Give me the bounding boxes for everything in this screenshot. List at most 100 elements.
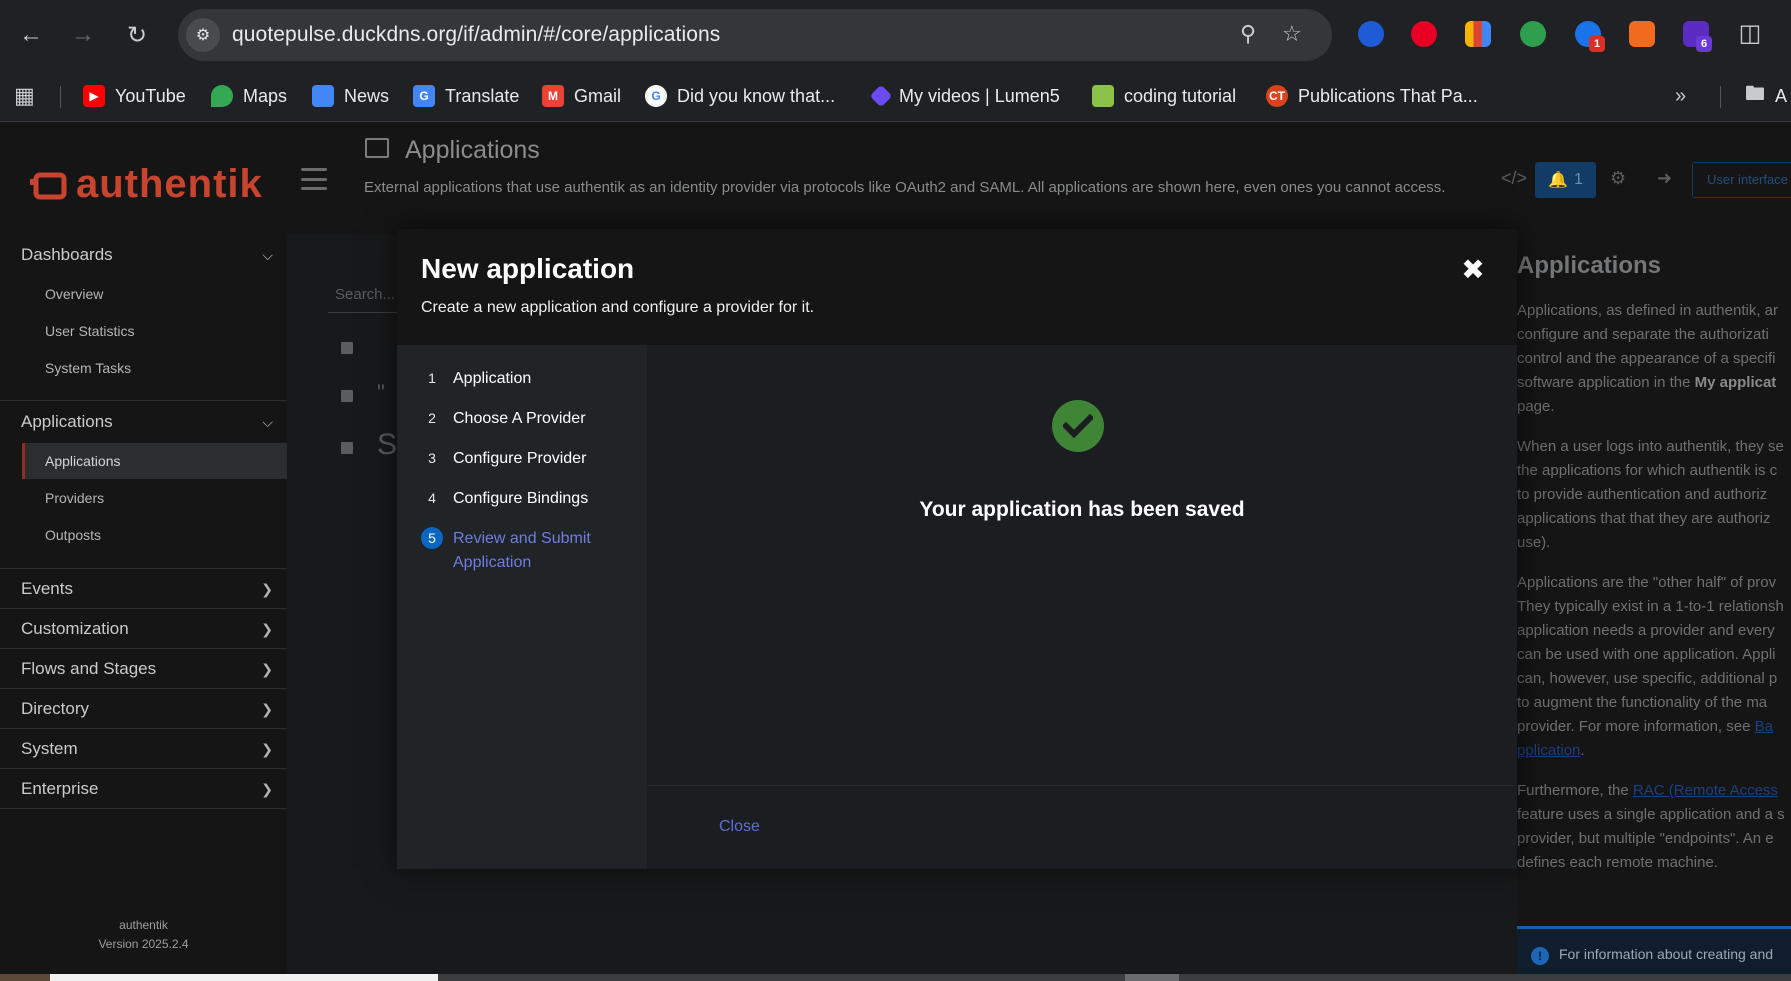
taskbar-item[interactable]	[50, 974, 438, 981]
bookmark-lumen5[interactable]: My videos | Lumen5	[869, 81, 1060, 111]
help-text: provider. For more information, see Ba	[1517, 718, 1773, 735]
nav-section-dashboards[interactable]: Dashboards ⌵	[0, 235, 287, 275]
help-text: page.	[1517, 398, 1555, 415]
wizard-step-choose-provider[interactable]: 2 Choose A Provider	[421, 407, 585, 431]
close-icon[interactable]: ✖	[1457, 253, 1489, 285]
info-alert-text: For information about creating and	[1559, 946, 1774, 962]
user-interface-button[interactable]: User interface	[1692, 162, 1791, 198]
extension-badge: 6	[1696, 36, 1712, 52]
footer-version: Version 2025.2.4	[98, 937, 189, 951]
forward-icon[interactable]: →	[66, 18, 100, 52]
bookmark-translate[interactable]: G Translate	[413, 81, 519, 111]
search-input[interactable]: Search...	[335, 286, 395, 303]
more-bookmarks-icon[interactable]: »	[1675, 81, 1686, 111]
publications-icon: CT	[1266, 85, 1288, 107]
wizard-step-application[interactable]: 1 Application	[421, 367, 531, 391]
bookmark-youtube[interactable]: ▶ YouTube	[83, 81, 186, 111]
bell-icon: 🔔	[1548, 172, 1568, 189]
sidebar-item-system[interactable]: System ❯	[0, 729, 287, 769]
wizard-step-configure-bindings[interactable]: 4 Configure Bindings	[421, 487, 588, 511]
rac-docs-link[interactable]: RAC (Remote Access	[1633, 782, 1778, 799]
wizard-steps: 1 Application 2 Choose A Provider 3 Configu…	[397, 345, 647, 869]
bookmarks-divider	[60, 86, 61, 108]
sidebar-item-system-tasks[interactable]: System Tasks	[22, 350, 287, 386]
sidebar-item-user-statistics[interactable]: User Statistics	[22, 313, 287, 349]
row-checkbox[interactable]	[341, 390, 353, 402]
row-checkbox[interactable]	[341, 442, 353, 454]
help-text: the applications for which authentik is …	[1517, 462, 1778, 479]
bookmarks-divider	[1720, 86, 1721, 108]
sidebar-item-outposts[interactable]: Outposts	[22, 517, 287, 553]
page-description: External applications that use authentik…	[364, 179, 1446, 196]
chevron-right-icon: ❯	[261, 780, 273, 797]
google-icon: G	[645, 85, 667, 107]
bookmark-did-you-know[interactable]: G Did you know that...	[645, 81, 835, 111]
help-text: Furthermore, the RAC (Remote Access	[1517, 782, 1778, 799]
sidebar-item-customization[interactable]: Customization ❯	[0, 609, 287, 649]
help-text: use).	[1517, 534, 1551, 551]
help-text: configure and separate the authorizati	[1517, 326, 1769, 343]
extension-puzzle-orange-icon[interactable]	[1629, 21, 1655, 47]
pinterest-extension-icon[interactable]	[1411, 21, 1437, 47]
reload-icon[interactable]: ↻	[120, 18, 154, 52]
back-icon[interactable]: ←	[14, 18, 48, 52]
row-checkbox[interactable]	[341, 342, 353, 354]
help-title: Applications	[1517, 252, 1662, 279]
close-button[interactable]: Close	[719, 818, 760, 836]
api-browser-icon[interactable]: </>	[1501, 168, 1527, 189]
lumen5-icon	[869, 84, 893, 108]
sidebar-item-directory[interactable]: Directory ❯	[0, 689, 287, 729]
taskbar	[0, 974, 1791, 981]
color-extension-icon[interactable]	[1465, 21, 1491, 47]
chevron-right-icon: ❯	[261, 660, 273, 677]
chevron-down-icon: ⌵	[262, 246, 273, 263]
browser-toolbar: ← → ↻ ⚙ quotepulse.duckdns.org/if/admin/…	[0, 0, 1791, 70]
notifications-button[interactable]: 🔔 1	[1535, 162, 1596, 198]
sidebar-item-enterprise[interactable]: Enterprise ❯	[0, 769, 287, 809]
help-text: Applications are the "other half" of pro…	[1517, 574, 1777, 591]
wizard-step-configure-provider[interactable]: 3 Configure Provider	[421, 447, 586, 471]
url-text[interactable]: quotepulse.duckdns.org/if/admin/#/core/a…	[232, 23, 720, 47]
extensions-puzzle-icon[interactable]: ◫	[1733, 16, 1767, 50]
logout-icon[interactable]: ➜	[1657, 168, 1672, 189]
help-text: to augment the functionality of the ma	[1517, 694, 1768, 711]
help-sidebar: Applications Applications, as defined in…	[1517, 235, 1791, 981]
applications-title-icon	[365, 138, 389, 158]
sidebar-item-applications[interactable]: Applications	[22, 443, 287, 479]
sidebar-item-overview[interactable]: Overview	[22, 276, 287, 312]
extension-iq-icon[interactable]	[1358, 21, 1384, 47]
sidebar-item-flows-and-stages[interactable]: Flows and Stages ❯	[0, 649, 287, 689]
help-text: can, however, use specific, additional p	[1517, 670, 1778, 687]
bookmark-maps[interactable]: Maps	[211, 81, 287, 111]
menu-toggle-icon[interactable]	[301, 168, 327, 190]
gmail-icon: M	[542, 85, 564, 107]
youtube-icon: ▶	[83, 85, 105, 107]
help-text: application needs a provider and every	[1517, 622, 1775, 639]
modal-header: New application Create a new application…	[397, 229, 1517, 345]
bookmarks-folder[interactable]: 🖿 A	[1745, 81, 1787, 111]
maps-icon	[211, 85, 233, 107]
help-docs-link[interactable]: Ba	[1755, 718, 1773, 735]
bookmark-publications[interactable]: CT Publications That Pa...	[1266, 81, 1478, 111]
extension-robot-icon[interactable]	[1520, 21, 1546, 47]
site-settings-icon[interactable]: ⚙	[186, 18, 220, 52]
taskbar-item[interactable]	[0, 974, 50, 981]
bookmark-gmail[interactable]: M Gmail	[542, 81, 621, 111]
sidebar: authentik Dashboards ⌵ Overview User Stat…	[0, 122, 287, 981]
sidebar-item-providers[interactable]: Providers	[22, 480, 287, 516]
coding-tutorial-icon	[1092, 85, 1114, 107]
settings-gear-icon[interactable]: ⚙	[1610, 168, 1626, 189]
address-bar[interactable]: ⚙ quotepulse.duckdns.org/if/admin/#/core…	[178, 9, 1332, 61]
apps-grid-icon[interactable]: ▦	[14, 81, 35, 111]
help-text: feature uses a single application and a …	[1517, 806, 1785, 823]
wizard-step-review-submit[interactable]: 5 Review and Submit Application	[421, 527, 611, 575]
taskbar-item[interactable]	[1125, 974, 1179, 981]
nav-section-applications[interactable]: Applications ⌵	[0, 402, 287, 442]
bookmark-coding-tutorial[interactable]: coding tutorial	[1092, 81, 1236, 111]
sidebar-item-events[interactable]: Events ❯	[0, 569, 287, 609]
bookmark-news[interactable]: News	[312, 81, 389, 111]
authentik-logo[interactable]: authentik	[30, 162, 263, 207]
help-docs-link[interactable]: pplication	[1517, 742, 1580, 759]
bookmark-star-icon[interactable]: ☆	[1282, 21, 1302, 47]
zoom-search-icon[interactable]: ⚲	[1240, 21, 1256, 47]
